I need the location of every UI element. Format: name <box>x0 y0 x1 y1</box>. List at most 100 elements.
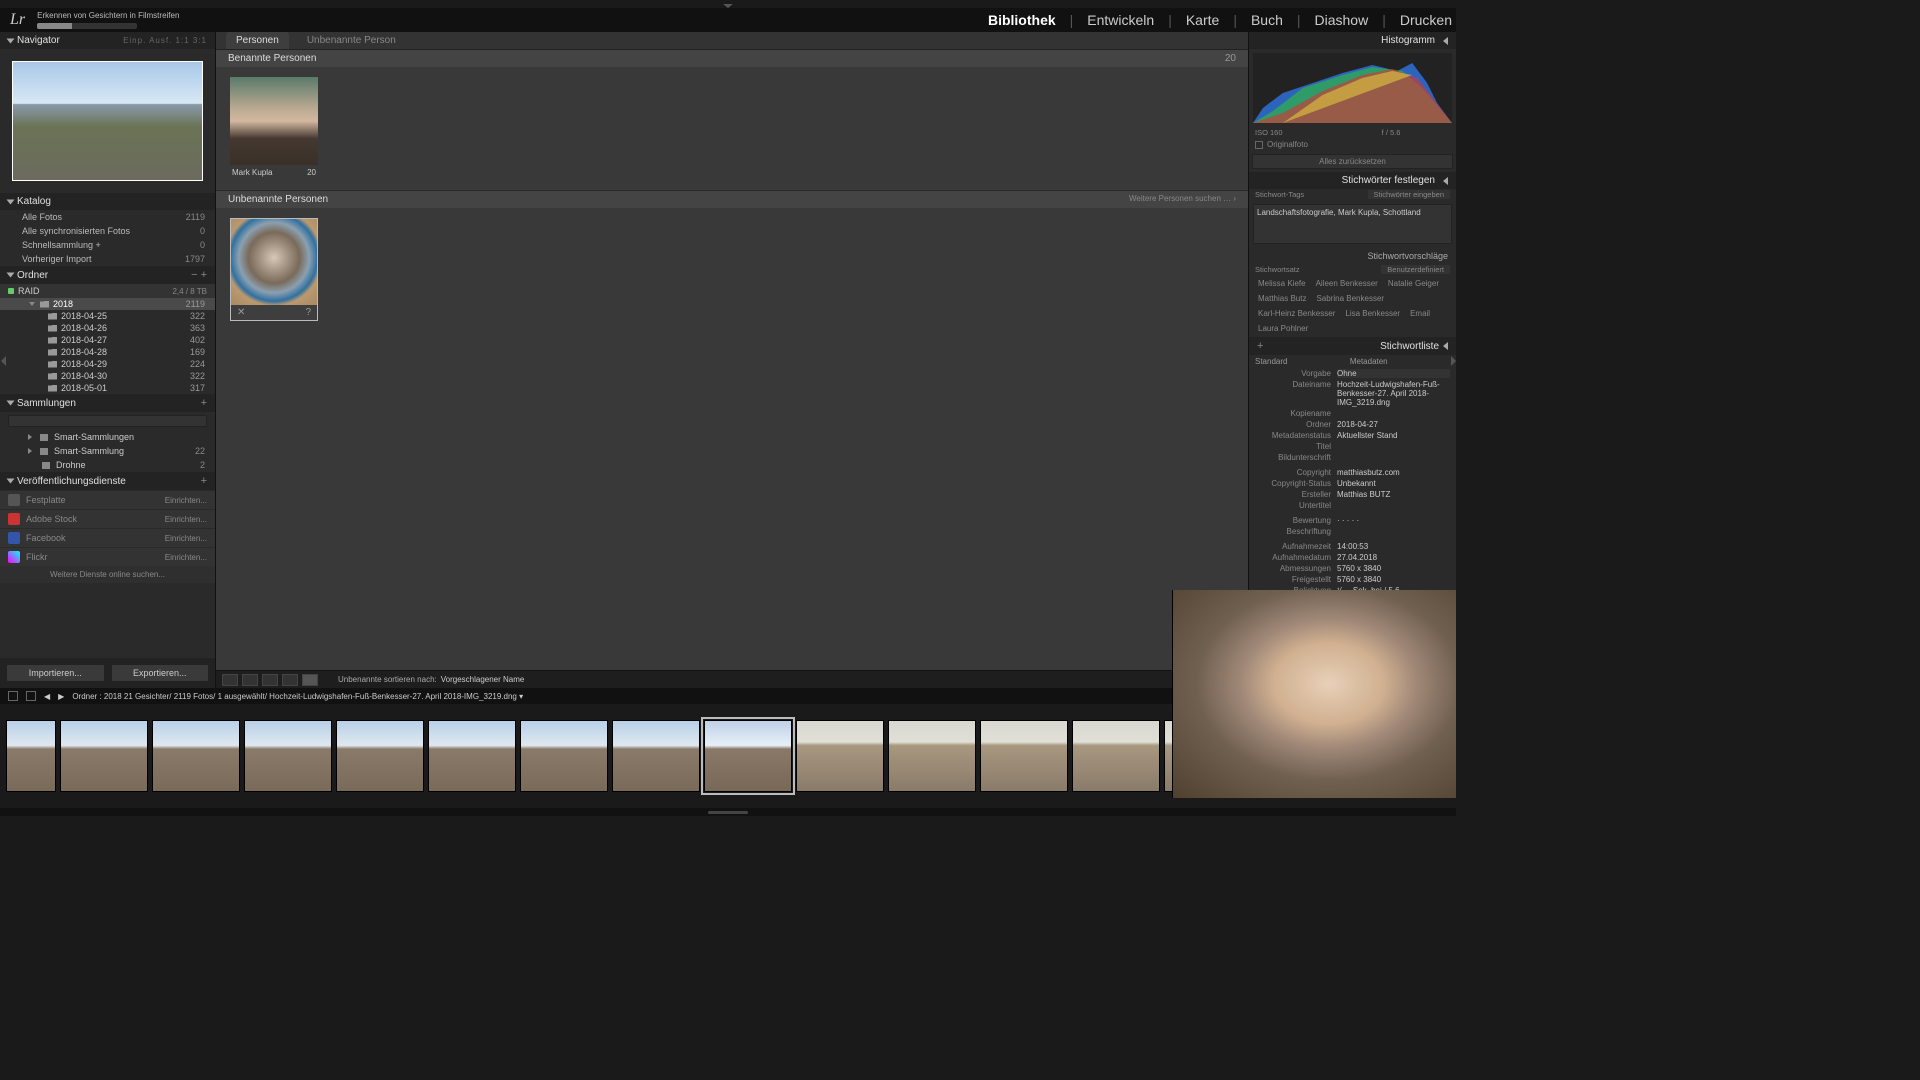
filmstrip-thumb[interactable] <box>520 720 608 792</box>
navigator-header[interactable]: Navigator Einp. Ausf. 1:1 3:1 <box>0 32 215 49</box>
nav-back-icon[interactable]: ◀ <box>44 692 50 701</box>
find-services-link[interactable]: Weitere Dienste online suchen... <box>0 566 215 583</box>
view-grid-icon[interactable] <box>222 674 238 686</box>
collection-item[interactable]: Smart-Sammlung22 <box>0 444 215 458</box>
keywords-input[interactable]: Landschaftsfotografie, Mark Kupla, Schot… <box>1253 204 1452 244</box>
view-people-icon[interactable] <box>302 674 318 686</box>
filmstrip-thumb[interactable] <box>796 720 884 792</box>
folder-item[interactable]: 2018-04-27402 <box>0 334 215 346</box>
meta-field[interactable]: Copyright-StatusUnbekannt <box>1249 478 1456 489</box>
meta-field[interactable]: Aufnahmedatum27.04.2018 <box>1249 552 1456 563</box>
filmstrip-thumb[interactable] <box>1072 720 1160 792</box>
filmstrip-thumb[interactable] <box>612 720 700 792</box>
view-loupe-icon[interactable] <box>242 674 258 686</box>
second-window-icon[interactable] <box>8 691 18 701</box>
publish-item[interactable]: FlickrEinrichten... <box>0 547 215 566</box>
app-logo: Lr <box>4 11 31 29</box>
unnamed-people-header[interactable]: Unbenannte PersonenWeitere Personen such… <box>216 190 1248 208</box>
meta-field[interactable]: Beschriftung <box>1249 526 1456 537</box>
histogram-chart[interactable] <box>1253 53 1452 123</box>
folder-year[interactable]: 20182119 <box>0 298 215 310</box>
meta-field[interactable]: Kopiename <box>1249 408 1456 419</box>
folder-item[interactable]: 2018-04-28169 <box>0 346 215 358</box>
publish-item[interactable]: FestplatteEinrichten... <box>0 490 215 509</box>
filmstrip-thumb[interactable] <box>428 720 516 792</box>
reject-face-button[interactable]: ✕ <box>237 307 245 318</box>
module-library[interactable]: Bibliothek <box>988 12 1056 28</box>
view-survey-icon[interactable] <box>282 674 298 686</box>
sort-label: Unbenannte sortieren nach: <box>338 675 437 684</box>
tab-unnamed-person[interactable]: Unbenannte Person <box>297 32 406 49</box>
meta-field[interactable]: Ordner2018-04-27 <box>1249 419 1456 430</box>
navigator-preview[interactable] <box>12 61 203 181</box>
folder-item[interactable]: 2018-04-29224 <box>0 358 215 370</box>
name-face-field[interactable]: ? <box>305 307 311 318</box>
module-map[interactable]: Karte <box>1186 12 1219 28</box>
collapse-left-icon[interactable] <box>0 36 6 686</box>
folder-item[interactable]: 2018-04-25322 <box>0 310 215 322</box>
filmstrip-thumb[interactable] <box>980 720 1068 792</box>
publish-item[interactable]: Adobe StockEinrichten... <box>0 509 215 528</box>
tab-people[interactable]: Personen <box>226 32 289 49</box>
module-slideshow[interactable]: Diashow <box>1315 12 1369 28</box>
meta-field: DateinameHochzeit-Ludwigshafen-Fuß-Benke… <box>1249 379 1456 408</box>
folder-item[interactable]: 2018-05-01317 <box>0 382 215 394</box>
named-people-header[interactable]: Benannte Personen20 <box>216 50 1248 67</box>
folders-header[interactable]: Ordner− + <box>0 266 215 284</box>
catalog-item[interactable]: Vorheriger Import1797 <box>0 252 215 266</box>
keywording-header[interactable]: Stichwörter festlegen <box>1249 172 1456 189</box>
module-print[interactable]: Drucken <box>1400 12 1452 28</box>
publish-header[interactable]: Veröffentlichungsdienste+ <box>0 472 215 490</box>
breadcrumb-path[interactable]: Ordner : 2018 21 Gesichter/ 2119 Fotos/ … <box>72 692 523 701</box>
grid-icon[interactable] <box>26 691 36 701</box>
keyword-tags-mode[interactable]: Stichwörter eingeben <box>1368 190 1450 199</box>
filmstrip-thumb[interactable] <box>6 720 56 792</box>
person-card[interactable]: Mark Kupla20 <box>230 77 318 180</box>
collection-item[interactable]: Smart-Sammlungen <box>0 430 215 444</box>
export-button[interactable]: Exportieren... <box>111 664 210 682</box>
sort-value[interactable]: Vorgeschlagener Name <box>441 675 525 684</box>
filmstrip-thumb[interactable] <box>888 720 976 792</box>
collapse-right-icon[interactable] <box>1450 36 1456 686</box>
collections-search[interactable] <box>8 415 207 427</box>
collections-header[interactable]: Sammlungen+ <box>0 394 215 412</box>
import-button[interactable]: Importieren... <box>6 664 105 682</box>
meta-field[interactable]: Aufnahmezeit14:00:53 <box>1249 541 1456 552</box>
filmstrip-thumb[interactable] <box>60 720 148 792</box>
person-thumb <box>230 77 318 165</box>
filmstrip-thumb-selected[interactable] <box>704 720 792 792</box>
keyword-suggestions-header[interactable]: Stichwortvorschläge <box>1249 248 1456 264</box>
histogram-header[interactable]: Histogramm <box>1249 32 1456 49</box>
top-grip[interactable] <box>723 4 733 8</box>
catalog-item[interactable]: Schnellsammlung +0 <box>0 238 215 252</box>
filmstrip-thumb[interactable] <box>336 720 424 792</box>
original-checkbox[interactable] <box>1255 141 1263 149</box>
meta-field[interactable]: Titel <box>1249 441 1456 452</box>
collection-item[interactable]: Drohne2 <box>0 458 215 472</box>
catalog-header[interactable]: Katalog <box>0 193 215 210</box>
folder-item[interactable]: 2018-04-30322 <box>0 370 215 382</box>
unnamed-face-card[interactable]: ✕ ? <box>230 218 318 321</box>
meta-field[interactable]: ErstellerMatthias BUTZ <box>1249 489 1456 500</box>
nav-fwd-icon[interactable]: ▶ <box>58 692 64 701</box>
meta-field[interactable]: Bewertung· · · · · <box>1249 515 1456 526</box>
metadata-preset[interactable]: Standard <box>1255 357 1287 366</box>
filmstrip-thumb[interactable] <box>244 720 332 792</box>
catalog-item[interactable]: Alle synchronisierten Fotos0 <box>0 224 215 238</box>
view-compare-icon[interactable] <box>262 674 278 686</box>
folder-item[interactable]: 2018-04-26363 <box>0 322 215 334</box>
meta-field[interactable]: Untertitel <box>1249 500 1456 511</box>
keyword-list-header[interactable]: +Stichwortliste <box>1249 337 1456 355</box>
meta-field[interactable]: Bildunterschrift <box>1249 452 1456 463</box>
module-develop[interactable]: Entwickeln <box>1087 12 1154 28</box>
filmstrip-thumb[interactable] <box>152 720 240 792</box>
reset-all-button[interactable]: Alles zurücksetzen <box>1252 154 1453 169</box>
publish-item[interactable]: FacebookEinrichten... <box>0 528 215 547</box>
bottom-grip[interactable] <box>708 811 748 814</box>
drive-row[interactable]: RAID2,4 / 8 TB <box>0 284 215 298</box>
meta-field[interactable]: VorgabeOhne <box>1249 368 1456 379</box>
module-book[interactable]: Buch <box>1251 12 1283 28</box>
catalog-item[interactable]: Alle Fotos2119 <box>0 210 215 224</box>
meta-field[interactable]: Copyrightmatthiasbutz.com <box>1249 467 1456 478</box>
keyword-set-select[interactable]: Benutzerdefiniert <box>1381 265 1450 274</box>
